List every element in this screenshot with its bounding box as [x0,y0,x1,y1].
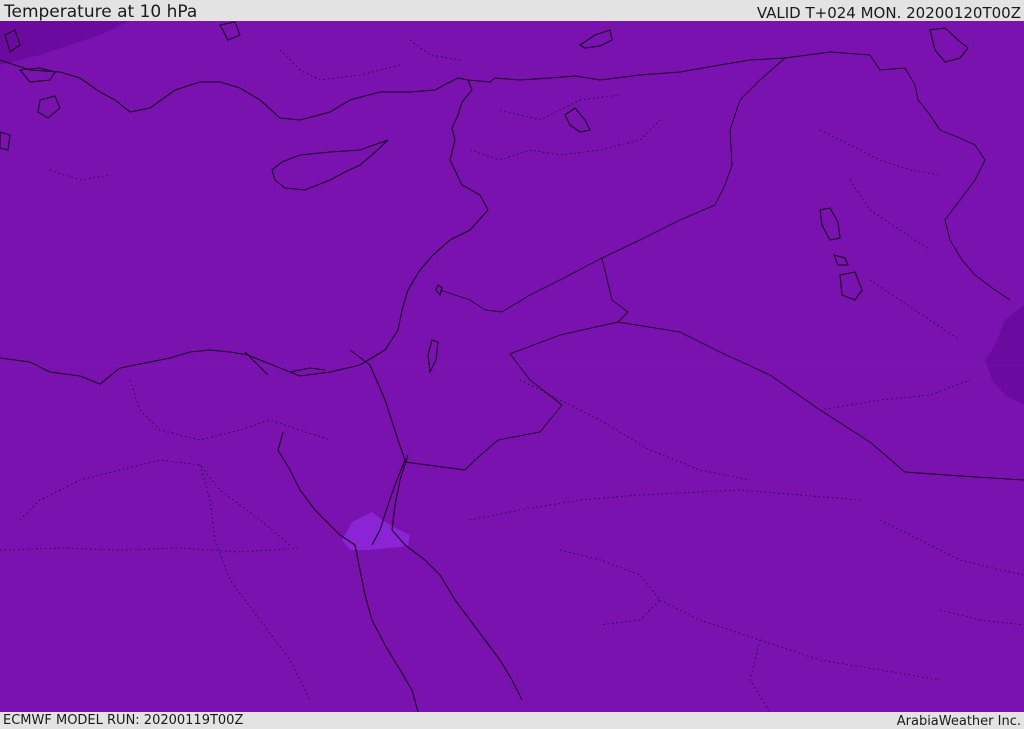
map-title: Temperature at 10 hPa [4,2,198,22]
footer-bar: ECMWF MODEL RUN: 20200119T00Z ArabiaWeat… [0,712,1024,729]
credit-label: ArabiaWeather Inc. [896,714,1021,729]
temperature-map[interactable] [0,21,1024,712]
valid-time-label: VALID T+024 MON. 20200120T00Z [756,4,1021,22]
model-run-label: ECMWF MODEL RUN: 20200119T00Z [3,713,244,728]
header-bar: Temperature at 10 hPa VALID T+024 MON. 2… [0,0,1024,21]
map-canvas [0,21,1024,712]
temperature-field [0,21,1024,712]
